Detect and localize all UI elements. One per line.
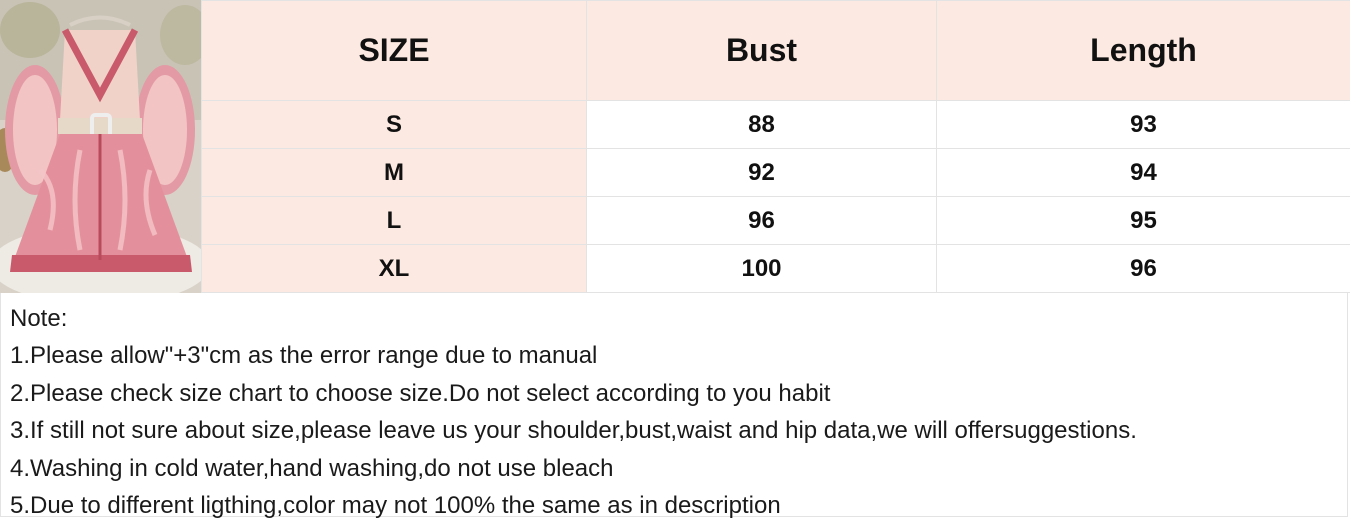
cell-length: 96 (937, 245, 1350, 293)
cell-length: 93 (937, 101, 1350, 149)
note-item: 3.If still not sure about size,please le… (10, 412, 1347, 449)
table-header-row: SIZE Bust Length (202, 1, 1350, 101)
cell-size: XL (202, 245, 587, 293)
cell-bust: 96 (587, 197, 937, 245)
cell-length: 95 (937, 197, 1350, 245)
cell-size: L (202, 197, 587, 245)
size-chart-page: SIZE Bust Length S 88 93 M 92 94 L 96 95… (0, 0, 1350, 518)
note-item: 5.Due to different ligthing,color may no… (10, 487, 1347, 524)
dress-illustration (0, 0, 201, 293)
product-photo (0, 0, 201, 293)
note-item: 2.Please check size chart to choose size… (10, 375, 1347, 412)
header-size: SIZE (202, 1, 587, 101)
header-bust: Bust (587, 1, 937, 101)
cell-size: S (202, 101, 587, 149)
notes-title: Note: (10, 300, 1347, 337)
notes-section: Note: 1.Please allow"+3"cm as the error … (0, 293, 1348, 517)
table-row: M 92 94 (202, 149, 1350, 197)
note-item: 1.Please allow"+3"cm as the error range … (10, 337, 1347, 374)
cell-bust: 88 (587, 101, 937, 149)
table-row: S 88 93 (202, 101, 1350, 149)
table-row: L 96 95 (202, 197, 1350, 245)
cell-bust: 100 (587, 245, 937, 293)
cell-bust: 92 (587, 149, 937, 197)
cell-length: 94 (937, 149, 1350, 197)
cell-size: M (202, 149, 587, 197)
table-row: XL 100 96 (202, 245, 1350, 293)
size-table: SIZE Bust Length S 88 93 M 92 94 L 96 95… (201, 0, 1350, 293)
note-item: 4.Washing in cold water,hand washing,do … (10, 450, 1347, 487)
header-length: Length (937, 1, 1350, 101)
